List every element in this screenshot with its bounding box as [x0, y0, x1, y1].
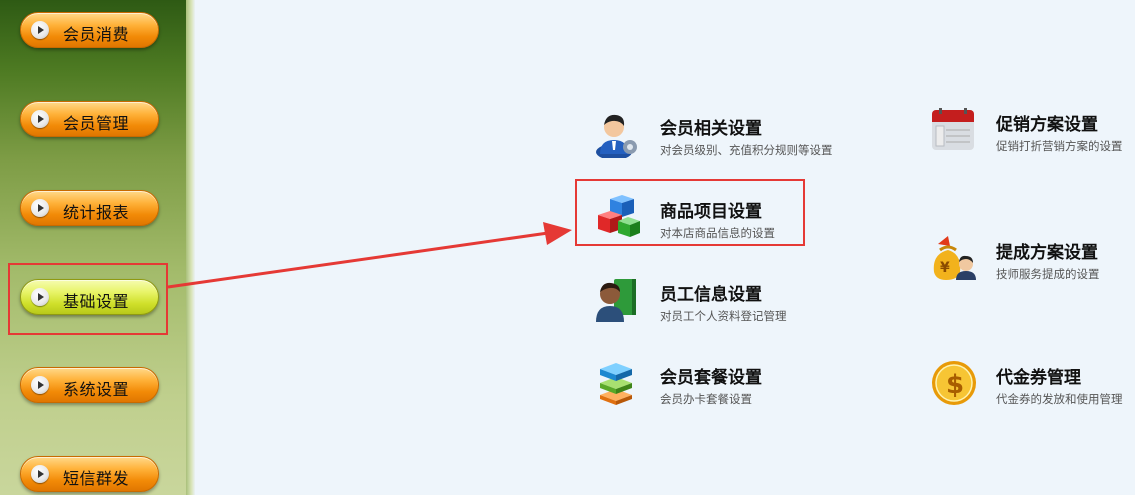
setting-desc: 代金券的发放和使用管理	[996, 392, 1123, 406]
member-settings-icon	[596, 114, 637, 158]
setting-title: 员工信息设置	[660, 285, 762, 305]
setting-desc: 促销打折营销方案的设置	[996, 139, 1123, 153]
setting-member[interactable]: 会员相关设置 对会员级别、充值积分规则等设置	[594, 110, 854, 162]
setting-desc: 会员办卡套餐设置	[660, 392, 752, 406]
svg-text:¥: ¥	[940, 260, 950, 276]
money-bag-icon: ¥	[933, 236, 976, 280]
setting-voucher[interactable]: $ 代金券管理 代金券的发放和使用管理	[930, 359, 1130, 411]
setting-desc: 对本店商品信息的设置	[660, 226, 775, 240]
setting-title: 提成方案设置	[996, 243, 1098, 263]
svg-text:$: $	[946, 370, 964, 400]
product-cubes-icon	[598, 195, 640, 237]
setting-commission[interactable]: ¥ 提成方案设置 技师服务提成的设置	[930, 234, 1130, 286]
calendar-icon	[932, 108, 974, 150]
setting-title: 会员套餐设置	[660, 368, 762, 388]
package-stack-icon	[600, 363, 632, 405]
setting-promotion[interactable]: 促销方案设置 促销打折营销方案的设置	[930, 106, 1130, 158]
setting-product[interactable]: 商品项目设置 对本店商品信息的设置	[594, 193, 804, 245]
setting-title: 代金券管理	[996, 368, 1081, 388]
setting-desc: 对员工个人资料登记管理	[660, 309, 787, 323]
setting-staff[interactable]: 员工信息设置 对员工个人资料登记管理	[594, 276, 814, 328]
setting-title: 促销方案设置	[996, 115, 1098, 135]
setting-title: 会员相关设置	[660, 119, 762, 139]
setting-desc: 技师服务提成的设置	[996, 267, 1100, 281]
setting-desc: 对会员级别、充值积分规则等设置	[660, 143, 833, 157]
setting-package[interactable]: 会员套餐设置 会员办卡套餐设置	[594, 359, 794, 411]
setting-title: 商品项目设置	[660, 202, 762, 222]
staff-book-icon	[596, 279, 636, 322]
dollar-coin-icon: $	[932, 361, 976, 405]
